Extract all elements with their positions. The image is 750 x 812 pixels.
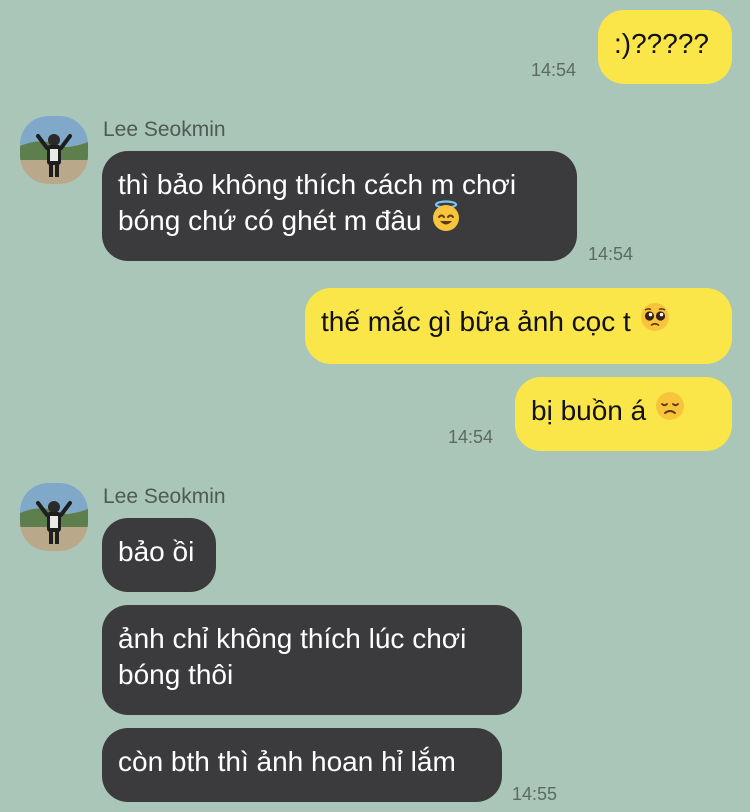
message-text: :)?????	[614, 28, 709, 59]
incoming-message-bubble[interactable]: ảnh chỉ không thích lúc chơi bóng thôi	[102, 605, 522, 715]
message-text-line: thì bảo không thích cách m chơi	[118, 169, 517, 200]
incoming-message-bubble[interactable]: còn bth thì ảnh hoan hỉ lắm	[102, 728, 502, 802]
pleading-face-icon	[639, 301, 671, 342]
message-text: còn bth thì ảnh hoan hỉ lắm	[118, 746, 456, 777]
message-list[interactable]: :)????? 14:54 Lee Seokmin thì bảo không …	[0, 0, 750, 812]
message-text-line-with-emoji: bóng chứ có ghét m đâu	[118, 200, 561, 241]
profile-photo	[20, 483, 88, 551]
outgoing-message-bubble[interactable]: :)?????	[598, 10, 732, 84]
sender-name: Lee Seokmin	[103, 118, 226, 141]
incoming-message-bubble[interactable]: bảo ồi	[102, 518, 216, 592]
message-timestamp: 14:55	[512, 784, 558, 804]
message-text: thế mắc gì bữa ảnh cọc t	[321, 306, 631, 337]
profile-photo	[20, 116, 88, 184]
message-text-line: ảnh chỉ không thích lúc chơi	[118, 623, 467, 654]
message-text: bảo ồi	[118, 536, 195, 567]
sender-name: Lee Seokmin	[103, 485, 226, 508]
smiling-face-with-halo-icon	[430, 200, 462, 241]
avatar[interactable]	[20, 483, 88, 551]
message-timestamp: 14:54	[531, 60, 577, 80]
outgoing-message-bubble[interactable]: bị buồn á	[515, 377, 732, 451]
message-timestamp: 14:54	[448, 427, 494, 447]
message-text-line: bóng chứ có ghét m đâu	[118, 205, 422, 236]
message-text: bị buồn á	[531, 395, 647, 426]
message-text-line: bóng thôi	[118, 659, 234, 690]
disappointed-face-icon	[654, 390, 686, 431]
incoming-message-bubble[interactable]: thì bảo không thích cách m chơi bóng chứ…	[102, 151, 577, 261]
message-timestamp: 14:54	[588, 244, 634, 264]
avatar[interactable]	[20, 116, 88, 184]
chat-screen: { "chat": { "messages": [ {"text": ":)??…	[0, 0, 750, 812]
outgoing-message-bubble[interactable]: thế mắc gì bữa ảnh cọc t	[305, 288, 732, 364]
